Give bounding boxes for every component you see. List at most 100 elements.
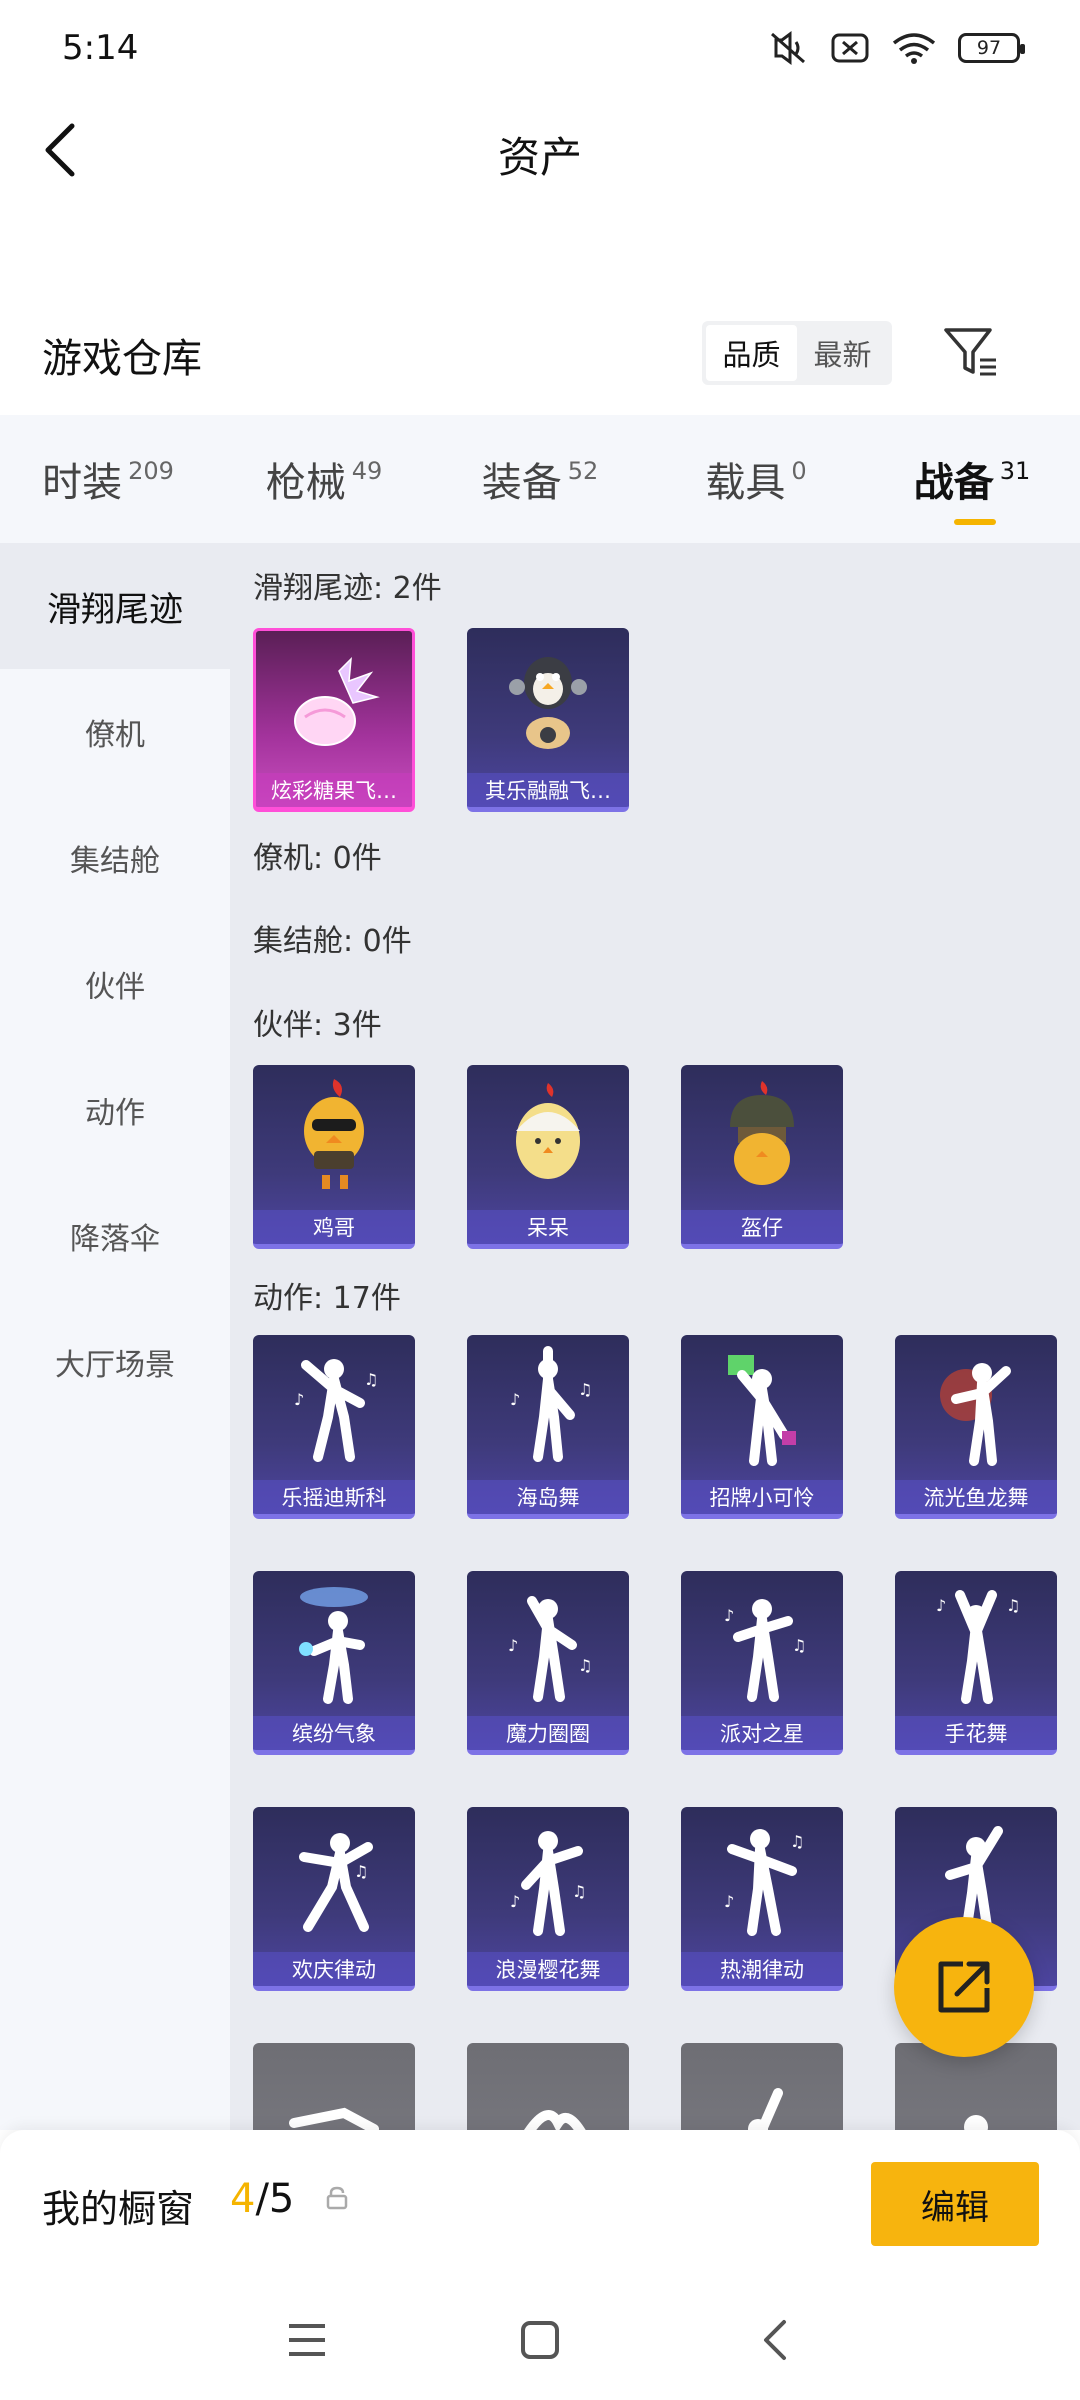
tab-count: 209 [128, 457, 174, 485]
dance-figure-art [681, 1335, 843, 1485]
item-card[interactable]: ♪ ♫ 浪漫樱花舞 [467, 1807, 629, 1991]
side-item-parachute[interactable]: 降落伞 [0, 1173, 230, 1299]
chicken-partner-art [253, 1065, 415, 1215]
filter-button[interactable] [940, 322, 1000, 382]
side-item-partner[interactable]: 伙伴 [0, 921, 230, 1047]
section-label-pod: 集结舱: 0件 [253, 924, 412, 959]
svg-text:♫: ♫ [572, 1882, 586, 1901]
showcase-title: 我的橱窗 [42, 2187, 195, 2231]
dance-figure-art: ♪ ♫ [681, 1571, 843, 1721]
dance-figure-art [895, 2043, 1057, 2130]
section-label-partner: 伙伴: 3件 [253, 1008, 382, 1043]
svg-text:♫: ♫ [364, 1370, 378, 1389]
svg-text:♪: ♪ [724, 1606, 734, 1625]
item-card[interactable]: ♪ ♫ 海岛舞 [467, 1335, 629, 1519]
item-card[interactable]: ♪ ♫ 魔力圈圈 [467, 1571, 629, 1755]
svg-text:♪: ♪ [294, 1390, 304, 1409]
status-time: 5:14 [62, 28, 139, 68]
item-card[interactable] [895, 2043, 1057, 2130]
sort-quality-option[interactable]: 品质 [706, 325, 797, 381]
item-card[interactable] [681, 2043, 843, 2130]
side-item-emote[interactable]: 动作 [0, 1047, 230, 1173]
item-card[interactable]: 盔仔 [681, 1065, 843, 1249]
item-name: 炫彩糖果飞… [256, 773, 412, 807]
section-label-trail: 滑翔尾迹: 2件 [253, 571, 442, 606]
svg-text:♫: ♫ [354, 1862, 368, 1881]
page-header: 资产 [0, 100, 1080, 200]
filter-icon [944, 328, 996, 376]
svg-text:♪: ♪ [510, 1390, 520, 1409]
tab-weapons[interactable]: 枪械 49 [216, 415, 432, 543]
item-card[interactable] [467, 2043, 629, 2130]
item-card[interactable] [253, 2043, 415, 2130]
battery-level: 97 [976, 37, 1002, 59]
share-icon [938, 1961, 990, 2013]
side-nav: 滑翔尾迹 僚机 集结舱 伙伴 动作 降落伞 大厅场景 [0, 543, 230, 2130]
item-card[interactable]: 其乐融融飞… [467, 628, 629, 812]
page-title: 资产 [497, 133, 582, 182]
item-name: 乐摇迪斯科 [253, 1480, 415, 1514]
svg-text:♪: ♪ [936, 1596, 946, 1615]
side-item-wingman[interactable]: 僚机 [0, 669, 230, 795]
side-item-lobby-scene[interactable]: 大厅场景 [0, 1299, 230, 1425]
status-bar: 5:14 97 [0, 0, 1080, 100]
edit-button[interactable]: 编辑 [871, 2162, 1039, 2246]
dance-figure-art: ♪ ♫ [253, 1335, 415, 1485]
svg-text:♪: ♪ [508, 1636, 518, 1655]
tab-vehicles[interactable]: 载具 0 [648, 415, 864, 543]
item-card[interactable]: 缤纷气象 [253, 1571, 415, 1755]
menu-button[interactable] [282, 2315, 332, 2365]
svg-text:♫: ♫ [1006, 1596, 1020, 1615]
sort-toggle: 品质 最新 [702, 321, 892, 385]
tab-equipment[interactable]: 装备 52 [432, 415, 648, 543]
item-card[interactable]: ♪ ♫ 手花舞 [895, 1571, 1057, 1755]
side-item-trail[interactable]: 滑翔尾迹 [0, 543, 230, 669]
svg-text:♫: ♫ [790, 1832, 804, 1851]
svg-text:♪: ♪ [724, 1892, 734, 1911]
sort-newest-option[interactable]: 最新 [797, 325, 888, 381]
dance-figure-art [467, 2043, 629, 2130]
dance-figure-art: ♪ ♫ [467, 1335, 629, 1485]
mute-vibrate-icon [771, 31, 805, 65]
item-name: 流光鱼龙舞 [895, 1480, 1057, 1514]
battery-icon: 97 [958, 33, 1025, 63]
candy-trail-art [256, 631, 412, 781]
tab-battle-prep[interactable]: 战备 31 [864, 415, 1080, 543]
item-card[interactable]: 鸡哥 [253, 1065, 415, 1249]
item-name: 盔仔 [681, 1210, 843, 1244]
item-card[interactable]: 招牌小可怜 [681, 1335, 843, 1519]
dance-figure-art: ♫ [253, 1807, 415, 1957]
item-content: 滑翔尾迹: 2件 炫彩糖果飞… 其乐融融飞… 僚机: 0件 集结舱: 0件 伙伴… [230, 543, 1080, 2130]
item-card[interactable]: ♪ ♫ 派对之星 [681, 1571, 843, 1755]
share-button[interactable] [894, 1917, 1034, 2057]
item-card[interactable]: ♪ ♫ 热潮律动 [681, 1807, 843, 1991]
dance-figure-art: ♪ ♫ [467, 1571, 629, 1721]
dance-figure-art [253, 2043, 415, 2130]
home-button[interactable] [515, 2315, 565, 2365]
item-card[interactable]: 呆呆 [467, 1065, 629, 1249]
daidai-partner-art [467, 1065, 629, 1215]
tab-fashion[interactable]: 时装 209 [0, 415, 216, 543]
helmet-partner-art [681, 1065, 843, 1215]
dance-figure-art [253, 1571, 415, 1721]
item-card[interactable]: ♪ ♫ 乐摇迪斯科 [253, 1335, 415, 1519]
item-name: 缤纷气象 [253, 1716, 415, 1750]
item-card[interactable]: 流光鱼龙舞 [895, 1335, 1057, 1519]
menu-icon [289, 2324, 325, 2356]
tab-count: 0 [791, 457, 807, 485]
item-name: 派对之星 [681, 1716, 843, 1750]
tab-count: 52 [567, 457, 599, 485]
svg-text:♪: ♪ [510, 1892, 520, 1911]
side-item-pod[interactable]: 集结舱 [0, 795, 230, 921]
item-card[interactable]: ♫ 欢庆律动 [253, 1807, 415, 1991]
nav-back-button[interactable] [750, 2315, 800, 2365]
item-name: 呆呆 [467, 1210, 629, 1244]
lock-icon [326, 2186, 348, 2210]
tab-count: 31 [999, 457, 1031, 485]
svg-text:♫: ♫ [578, 1380, 592, 1399]
warehouse-title: 游戏仓库 [42, 336, 202, 382]
item-name: 浪漫樱花舞 [467, 1952, 629, 1986]
tab-label: 载具 [705, 460, 786, 506]
item-card[interactable]: 炫彩糖果飞… [253, 628, 415, 812]
showcase-total: /5 [255, 2176, 295, 2222]
